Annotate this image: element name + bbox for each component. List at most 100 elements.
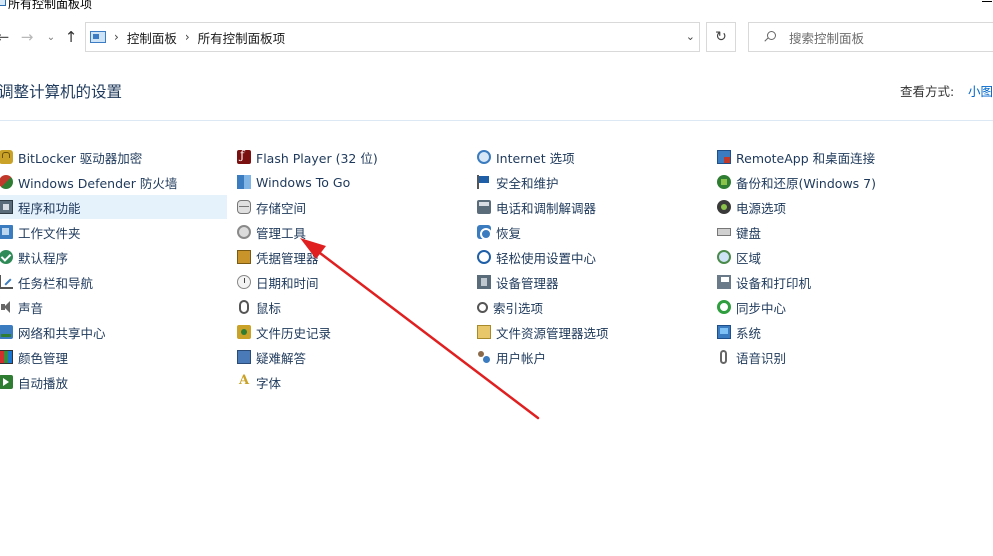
users-icon bbox=[477, 350, 491, 364]
speaker-icon bbox=[0, 300, 13, 314]
title-bar: 所有控制面板项 bbox=[0, 0, 993, 18]
view-by-dropdown[interactable]: 小图标 bbox=[968, 81, 993, 100]
refresh-icon: ↻ bbox=[715, 29, 727, 45]
list-item[interactable]: 备份和还原(Windows 7) bbox=[717, 170, 945, 194]
list-item[interactable]: Windows Defender 防火墙 bbox=[0, 170, 227, 194]
lock-icon bbox=[0, 150, 13, 164]
keyboard-icon bbox=[717, 228, 731, 236]
list-item[interactable]: 系统 bbox=[717, 320, 945, 344]
list-item[interactable]: 任务栏和导航 bbox=[0, 270, 227, 294]
chevron-down-icon[interactable]: ⌄ bbox=[686, 30, 695, 43]
mouse-icon bbox=[239, 300, 249, 314]
region-icon bbox=[717, 250, 731, 264]
firewall-icon bbox=[0, 175, 13, 189]
search-icon bbox=[763, 30, 777, 44]
list-item[interactable]: 键盘 bbox=[717, 220, 945, 244]
list-item[interactable]: Flash Player (32 位) bbox=[237, 145, 465, 169]
chevron-right-icon[interactable]: › bbox=[114, 30, 119, 44]
list-item[interactable]: 索引选项 bbox=[477, 295, 705, 319]
list-item[interactable]: 轻松使用设置中心 bbox=[477, 245, 705, 269]
list-item[interactable]: 工作文件夹 bbox=[0, 220, 227, 244]
list-item[interactable]: 颜色管理 bbox=[0, 345, 227, 369]
flash-icon bbox=[237, 148, 251, 164]
list-item[interactable]: Internet 选项 bbox=[477, 145, 705, 169]
credential-icon bbox=[237, 250, 251, 264]
list-item[interactable]: 同步中心 bbox=[717, 295, 945, 319]
list-item[interactable]: 文件资源管理器选项 bbox=[477, 320, 705, 344]
window-title: 所有控制面板项 bbox=[8, 0, 93, 11]
admin-tools-icon bbox=[237, 225, 251, 239]
breadcrumb-control-panel[interactable]: 控制面板 bbox=[127, 28, 177, 47]
sync-icon bbox=[717, 300, 731, 314]
list-item[interactable]: 凭据管理器 bbox=[237, 245, 465, 269]
troubleshoot-icon bbox=[237, 350, 251, 364]
phone-modem-icon bbox=[477, 200, 491, 214]
remoteapp-icon bbox=[717, 150, 731, 164]
list-item[interactable]: 声音 bbox=[0, 295, 227, 319]
list-item[interactable]: 疑难解答 bbox=[237, 345, 465, 369]
microphone-icon bbox=[720, 350, 727, 364]
address-bar[interactable]: › 控制面板 › 所有控制面板项 ⌄ bbox=[85, 22, 700, 52]
work-folders-icon bbox=[0, 225, 13, 239]
file-history-icon bbox=[237, 325, 251, 339]
list-item[interactable]: 电话和调制解调器 bbox=[477, 195, 705, 219]
search-input[interactable]: 搜索控制面板 bbox=[748, 22, 993, 52]
list-item[interactable]: 语音识别 bbox=[717, 345, 945, 369]
clock-icon bbox=[237, 275, 251, 289]
autoplay-icon bbox=[0, 375, 13, 389]
list-item[interactable]: 文件历史记录 bbox=[237, 320, 465, 344]
device-manager-icon bbox=[477, 275, 491, 289]
list-item[interactable]: 恢复 bbox=[477, 220, 705, 244]
search-placeholder: 搜索控制面板 bbox=[789, 30, 865, 46]
system-icon bbox=[717, 325, 731, 339]
list-item[interactable]: BitLocker 驱动器加密 bbox=[0, 145, 227, 169]
index-icon bbox=[477, 301, 488, 313]
recovery-icon bbox=[477, 225, 492, 240]
breadcrumb-all-items[interactable]: 所有控制面板项 bbox=[198, 28, 286, 47]
list-item[interactable]: RemoteApp 和桌面连接 bbox=[717, 145, 945, 169]
back-arrow-icon[interactable]: ← bbox=[0, 27, 12, 47]
up-arrow-icon[interactable]: ↑ bbox=[62, 27, 80, 47]
font-icon bbox=[237, 373, 251, 389]
list-item[interactable]: 自动播放 bbox=[0, 370, 227, 394]
list-item[interactable]: 管理工具 bbox=[237, 220, 465, 244]
list-item[interactable]: 存储空间 bbox=[237, 195, 465, 219]
backup-icon bbox=[717, 175, 731, 189]
forward-arrow-icon[interactable]: → bbox=[18, 27, 36, 47]
list-item[interactable]: 日期和时间 bbox=[237, 270, 465, 294]
control-panel-icon bbox=[90, 31, 106, 43]
list-item[interactable]: 区域 bbox=[717, 245, 945, 269]
view-by-label: 查看方式: bbox=[900, 84, 955, 99]
list-item[interactable]: 网络和共享中心 bbox=[0, 320, 227, 344]
list-item[interactable]: 默认程序 bbox=[0, 245, 227, 269]
list-item[interactable]: 设备和打印机 bbox=[717, 270, 945, 294]
list-item[interactable]: Windows To Go bbox=[237, 170, 465, 194]
control-panel-icon bbox=[0, 0, 6, 6]
refresh-button[interactable]: ↻ bbox=[706, 22, 736, 52]
programs-icon bbox=[0, 200, 13, 214]
list-item[interactable]: 鼠标 bbox=[237, 295, 465, 319]
divider bbox=[0, 120, 993, 121]
explorer-options-icon bbox=[477, 325, 491, 339]
printer-icon bbox=[717, 275, 731, 289]
minimize-button[interactable] bbox=[982, 0, 992, 2]
default-programs-icon bbox=[0, 250, 13, 264]
list-item[interactable]: 安全和维护 bbox=[477, 170, 705, 194]
list-item[interactable]: 电源选项 bbox=[717, 195, 945, 219]
list-item[interactable]: 用户帐户 bbox=[477, 345, 705, 369]
windows-to-go-icon bbox=[237, 175, 251, 189]
color-management-icon bbox=[0, 350, 13, 364]
list-item[interactable]: 字体 bbox=[237, 370, 465, 394]
storage-icon bbox=[237, 200, 251, 214]
page-title: 调整计算机的设置 bbox=[0, 83, 123, 101]
taskbar-icon bbox=[0, 275, 13, 289]
list-item[interactable]: 设备管理器 bbox=[477, 270, 705, 294]
chevron-down-icon[interactable]: ⌄ bbox=[42, 27, 60, 47]
globe-icon bbox=[477, 150, 491, 164]
network-icon bbox=[0, 325, 13, 339]
chevron-right-icon[interactable]: › bbox=[185, 30, 190, 44]
list-item[interactable]: 程序和功能 bbox=[0, 195, 227, 219]
power-icon bbox=[717, 200, 731, 214]
flag-icon bbox=[477, 175, 491, 189]
ease-of-access-icon bbox=[477, 250, 491, 264]
